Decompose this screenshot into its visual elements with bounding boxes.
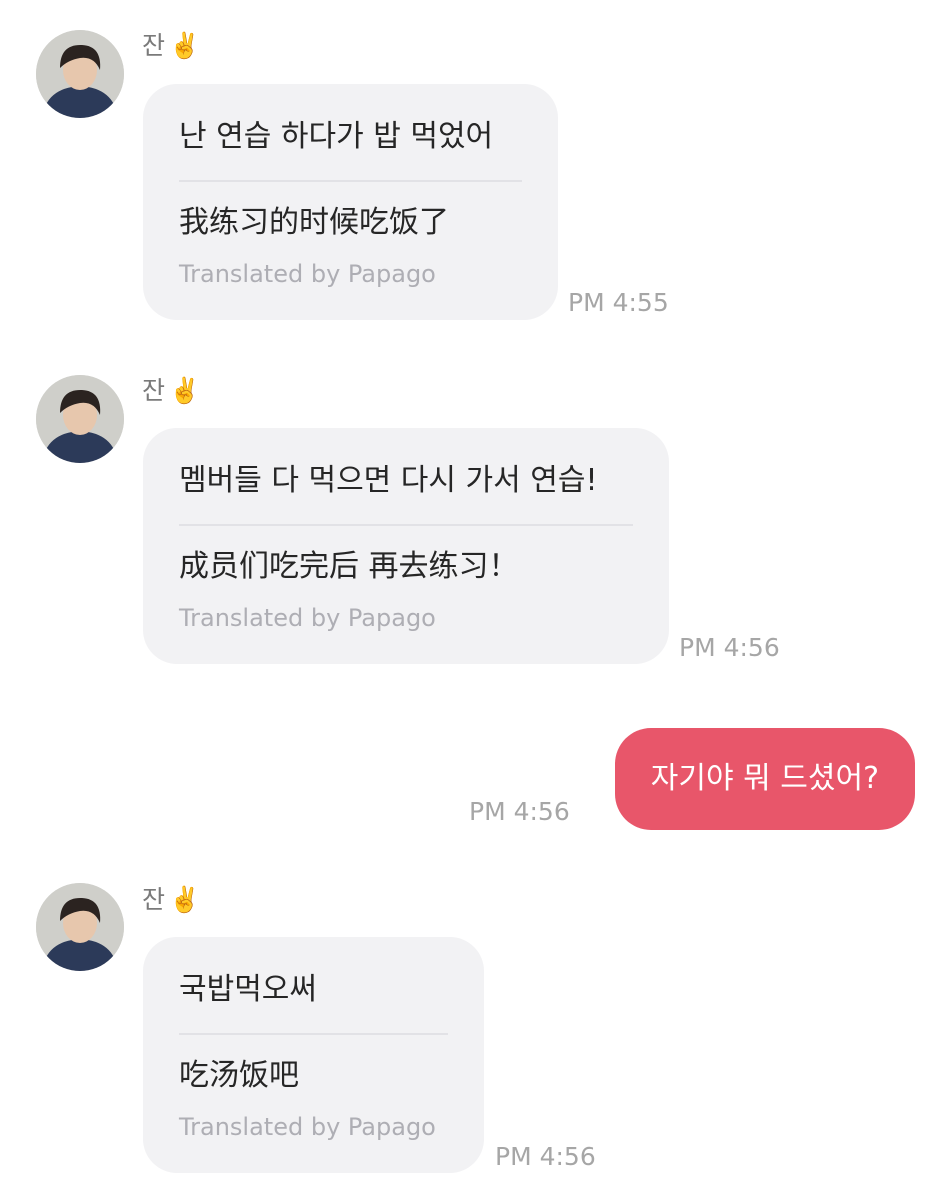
incoming-message-bubble[interactable]: 국밥먹오써 吃汤饭吧 Translated by Papago: [143, 937, 484, 1173]
translation-divider: [179, 524, 633, 526]
incoming-message-bubble[interactable]: 멤버들 다 먹으면 다시 가서 연습! 成员们吃完后 再去练习！ Transla…: [143, 428, 669, 664]
avatar[interactable]: [36, 883, 124, 971]
victory-hand-emoji-icon: ✌️: [169, 376, 201, 405]
sender-name-text: 잔: [142, 31, 166, 60]
avatar[interactable]: [36, 30, 124, 118]
translated-message-text: 吃汤饭吧: [179, 1058, 299, 1093]
message-timestamp: PM 4:55: [568, 288, 669, 317]
translated-message-text: 成员们吃完后 再去练习！: [179, 549, 519, 584]
sender-name-text: 잔: [142, 376, 166, 405]
translation-divider: [179, 180, 522, 182]
original-message-text: 국밥먹오써: [179, 972, 317, 1007]
translation-divider: [179, 1033, 448, 1035]
sender-name-text: 잔: [142, 885, 166, 914]
sender-name: 잔 ✌️: [142, 28, 200, 64]
message-timestamp: PM 4:56: [679, 633, 780, 662]
victory-hand-emoji-icon: ✌️: [169, 885, 201, 914]
incoming-message-bubble[interactable]: 난 연습 하다가 밥 먹었어 我练习的时候吃饭了 Translated by P…: [143, 84, 558, 320]
sender-name: 잔 ✌️: [142, 373, 200, 409]
message-timestamp: PM 4:56: [495, 1142, 596, 1171]
original-message-text: 난 연습 하다가 밥 먹었어: [179, 119, 494, 154]
avatar[interactable]: [36, 375, 124, 463]
translated-message-text: 我练习的时候吃饭了: [179, 205, 449, 240]
victory-hand-emoji-icon: ✌️: [169, 31, 201, 60]
translated-by-label: Translated by Papago: [179, 1113, 436, 1141]
original-message-text: 멤버들 다 먹으면 다시 가서 연습!: [179, 463, 598, 498]
sender-name: 잔 ✌️: [142, 882, 200, 918]
message-timestamp: PM 4:56: [469, 797, 570, 826]
translated-by-label: Translated by Papago: [179, 604, 436, 632]
outgoing-message-text: 자기야 뭐 드셨어?: [650, 761, 879, 796]
outgoing-message-bubble[interactable]: 자기야 뭐 드셨어?: [614, 728, 915, 830]
translated-by-label: Translated by Papago: [179, 260, 436, 288]
